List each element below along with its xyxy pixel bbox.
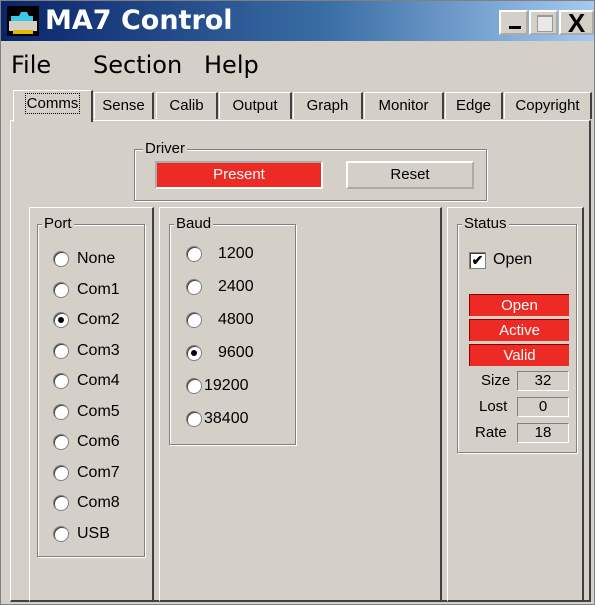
baud-option-label: 38400 <box>204 410 249 427</box>
radio-button[interactable] <box>53 495 69 511</box>
port-option-label: None <box>77 250 116 267</box>
open-checkbox[interactable]: ✔ <box>469 252 486 269</box>
tab-strip: Comms Sense Calib Output Graph Monitor E… <box>13 90 593 122</box>
menu-file[interactable]: File <box>11 51 51 79</box>
driver-legend: Driver <box>143 140 187 158</box>
lost-label: Lost <box>479 398 508 415</box>
tab-label: Comms <box>24 93 81 114</box>
rate-value: 18 <box>517 423 569 443</box>
radio-button[interactable] <box>186 411 202 427</box>
port-legend: Port <box>42 215 74 233</box>
radio-button[interactable] <box>186 279 202 295</box>
status-valid-indicator: Valid <box>469 344 569 366</box>
radio-button[interactable] <box>186 312 202 328</box>
radio-button[interactable] <box>53 525 69 542</box>
baud-legend: Baud <box>174 215 214 233</box>
tab-output[interactable]: Output <box>219 92 292 119</box>
menu-help[interactable]: Help <box>204 51 259 79</box>
radio-button[interactable] <box>186 345 202 361</box>
tab-copyright[interactable]: Copyright <box>504 92 592 119</box>
radio-button[interactable] <box>186 378 202 394</box>
tab-graph[interactable]: Graph <box>293 92 363 119</box>
baud-option-label: 2400 <box>218 278 254 295</box>
menu-bar: File Section Help <box>1 45 594 85</box>
port-option-label: Com6 <box>77 433 120 450</box>
status-active-indicator: Active <box>469 319 569 341</box>
maximize-button[interactable] <box>529 10 558 35</box>
radio-button[interactable] <box>53 251 69 267</box>
port-option-label: Com4 <box>77 372 120 389</box>
status-legend: Status <box>462 215 509 233</box>
app-icon <box>7 6 39 36</box>
radio-button[interactable] <box>53 342 69 359</box>
baud-option-label: 4800 <box>218 311 254 328</box>
radio-button[interactable] <box>53 434 69 450</box>
check-icon: ✔ <box>471 252 484 268</box>
radio-button[interactable] <box>53 312 69 328</box>
port-option-label: Com5 <box>77 402 120 420</box>
baud-option-label: 9600 <box>218 344 254 361</box>
open-checkbox-label: Open <box>493 251 533 268</box>
minimize-icon <box>509 26 521 29</box>
tab-sense[interactable]: Sense <box>94 92 154 119</box>
tab-edge[interactable]: Edge <box>445 92 503 119</box>
driver-reset-button[interactable]: Reset <box>346 161 474 189</box>
port-option-label: Com8 <box>77 494 120 511</box>
close-button[interactable]: X <box>559 8 594 38</box>
close-icon: X <box>567 8 586 38</box>
radio-button[interactable] <box>186 246 202 262</box>
tab-calib[interactable]: Calib <box>156 92 218 119</box>
baud-option-label: 1200 <box>218 245 254 262</box>
maximize-icon <box>537 15 553 32</box>
baud-option-label: 19200 <box>204 377 249 394</box>
window-title: MA7 Control <box>45 5 233 36</box>
port-option-label: Com3 <box>77 341 120 359</box>
driver-present-button[interactable]: Present <box>155 161 323 189</box>
port-option-label: Com1 <box>77 280 120 298</box>
port-option-label: Com7 <box>77 463 120 481</box>
port-option-label: Com2 <box>77 311 120 328</box>
rate-label: Rate <box>475 424 507 441</box>
radio-button[interactable] <box>53 464 69 481</box>
size-value: 32 <box>517 371 569 391</box>
port-option-label: USB <box>77 524 110 542</box>
radio-button[interactable] <box>53 281 69 298</box>
main-window: MA7 Control X File Section Help Comms Se… <box>0 0 595 605</box>
radio-button[interactable] <box>53 373 69 389</box>
title-bar[interactable]: MA7 Control X <box>1 1 594 41</box>
menu-section[interactable]: Section <box>93 51 182 79</box>
tab-comms[interactable]: Comms <box>13 90 93 122</box>
status-open-indicator: Open <box>469 294 569 316</box>
radio-button[interactable] <box>53 403 69 420</box>
size-label: Size <box>481 372 511 389</box>
tab-monitor[interactable]: Monitor <box>364 92 444 119</box>
minimize-button[interactable] <box>499 10 528 35</box>
lost-value: 0 <box>517 397 569 417</box>
